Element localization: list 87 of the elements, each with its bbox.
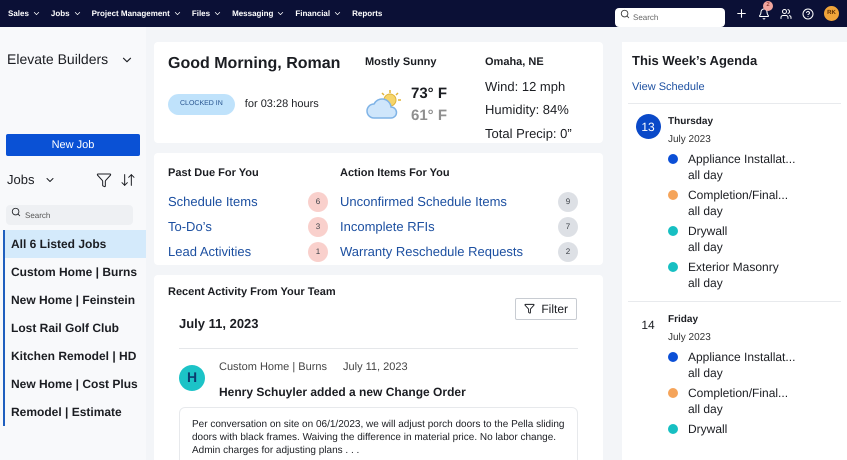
company-selector[interactable]: Elevate Builders (0, 49, 146, 70)
search-icon (11, 206, 21, 216)
agenda-title: This Week’s Agenda (631, 52, 758, 70)
activity-entry-date: July 11, 2023 (343, 360, 408, 374)
event-time: all day (688, 167, 724, 183)
job-list-item[interactable]: Lost Rail Golf Club (5, 314, 146, 342)
nav-menu-item[interactable]: Files (192, 8, 222, 20)
count-badge: 1 (308, 242, 328, 262)
filter-button[interactable]: Filter (515, 298, 577, 320)
bell-icon[interactable] (758, 8, 770, 20)
people-icon[interactable] (780, 8, 792, 20)
low-temperature: 61° F (411, 106, 448, 126)
event-time: all day (688, 239, 724, 255)
job-search-field[interactable]: Search (6, 205, 133, 225)
job-list-item[interactable]: New Home | Cost Plus (5, 370, 146, 398)
chevron-down-icon (32, 9, 41, 18)
nav-menu-item[interactable]: Messaging (232, 8, 286, 20)
summary-title: Past Due For You (168, 166, 260, 181)
count-badge: 3 (308, 217, 328, 237)
summary-link[interactable]: To-Do’s (168, 217, 212, 237)
weather-detail: Total Precip: 0” (485, 124, 572, 143)
job-list-item[interactable]: Custom Home | Burns (5, 258, 146, 286)
day-number[interactable]: 14 (636, 312, 660, 337)
month-label: July 2023 (668, 331, 712, 345)
activity-job: Custom Home | Burns (219, 360, 328, 374)
summary-link[interactable]: Incomplete RFIs (340, 217, 435, 237)
event-title[interactable]: Drywall (688, 421, 728, 437)
nav-menu-item[interactable]: Financial (295, 8, 342, 20)
plus-icon[interactable] (735, 7, 748, 20)
view-schedule-link[interactable]: View Schedule (630, 78, 839, 95)
event-time: all day (688, 275, 724, 291)
filter-icon (524, 303, 536, 314)
chevron-down-icon (276, 9, 286, 18)
chevron-down-icon (172, 9, 182, 18)
help-icon[interactable] (802, 8, 814, 20)
count-badge: 7 (558, 217, 578, 237)
greeting-title: Good Morning, Roman (168, 54, 342, 74)
activity-date: July 11, 2023 (179, 315, 259, 333)
activity-headline: Henry Schuyler added a new Change Order (219, 384, 466, 401)
count-badge: 9 (558, 192, 578, 212)
activity-note: Per conversation on site on 06/1/2023, we will adjust porch doors to the Pella sliding doors with black frames. Waiving the difference in material price. No labor change. Admin charges for adjusting plans . . . (179, 407, 578, 460)
chevron-down-icon (213, 9, 222, 18)
clock-duration: for 03:28 hours (244, 97, 319, 112)
month-label: July 2023 (668, 133, 712, 147)
new-job-button[interactable]: New Job (6, 134, 140, 156)
weather-condition: Mostly Sunny (365, 55, 438, 70)
event-title[interactable]: Appliance Installat... (688, 349, 796, 365)
sort-icon[interactable] (120, 172, 136, 188)
filter-icon[interactable] (96, 172, 112, 188)
activity-title: Recent Activity From Your Team (168, 284, 336, 300)
nav-menu-item[interactable]: Jobs (50, 8, 82, 20)
search-icon (620, 8, 630, 18)
chevron-down-icon (72, 9, 82, 18)
summary-link[interactable]: Unconfirmed Schedule Items (340, 192, 507, 212)
high-temperature: 73° F (411, 84, 448, 104)
event-title[interactable]: Drywall (688, 223, 728, 239)
nav-menu-item[interactable]: Reports (352, 8, 382, 20)
job-list-item[interactable]: Kitchen Remodel | HD (5, 342, 146, 370)
job-list-item[interactable]: Remodel | Estimate (5, 398, 146, 426)
event-title[interactable]: Completion/Final... (688, 187, 788, 203)
nav-menu-item[interactable]: Sales (8, 8, 41, 20)
event-title[interactable]: Completion/Final... (688, 385, 788, 401)
search-field[interactable]: Search (615, 8, 725, 27)
count-badge: 2 (558, 242, 578, 262)
weather-detail: Wind: 12 mph (485, 78, 566, 96)
weather-location: Omaha, NE (485, 55, 545, 70)
summary-link[interactable]: Lead Activities (168, 242, 252, 262)
chevron-down-icon (333, 9, 342, 18)
day-number[interactable]: 13 (636, 114, 660, 139)
event-title[interactable]: Appliance Installat... (688, 151, 796, 167)
partly-sunny-icon (365, 88, 403, 122)
summary-title: Action Items For You (340, 166, 451, 181)
weekday-label: Friday (668, 313, 700, 327)
jobs-dropdown[interactable]: Jobs (7, 170, 56, 190)
count-badge: 6 (308, 192, 328, 212)
event-title[interactable]: Exterior Masonry (688, 259, 779, 275)
event-time: all day (688, 365, 724, 381)
nav-menu-item[interactable]: Project Management (92, 8, 182, 20)
weather-detail: Humidity: 84% (485, 101, 570, 119)
event-time: all day (688, 203, 724, 219)
job-list-item[interactable]: New Home | Feinstein (5, 286, 146, 314)
event-time: all day (688, 401, 724, 417)
user-avatar: H (179, 364, 205, 390)
weekday-label: Thursday (668, 115, 714, 129)
summary-link[interactable]: Warranty Reschedule Requests (340, 242, 524, 262)
job-list-item[interactable]: All 6 Listed Jobs (5, 230, 146, 258)
summary-link[interactable]: Schedule Items (168, 192, 258, 212)
